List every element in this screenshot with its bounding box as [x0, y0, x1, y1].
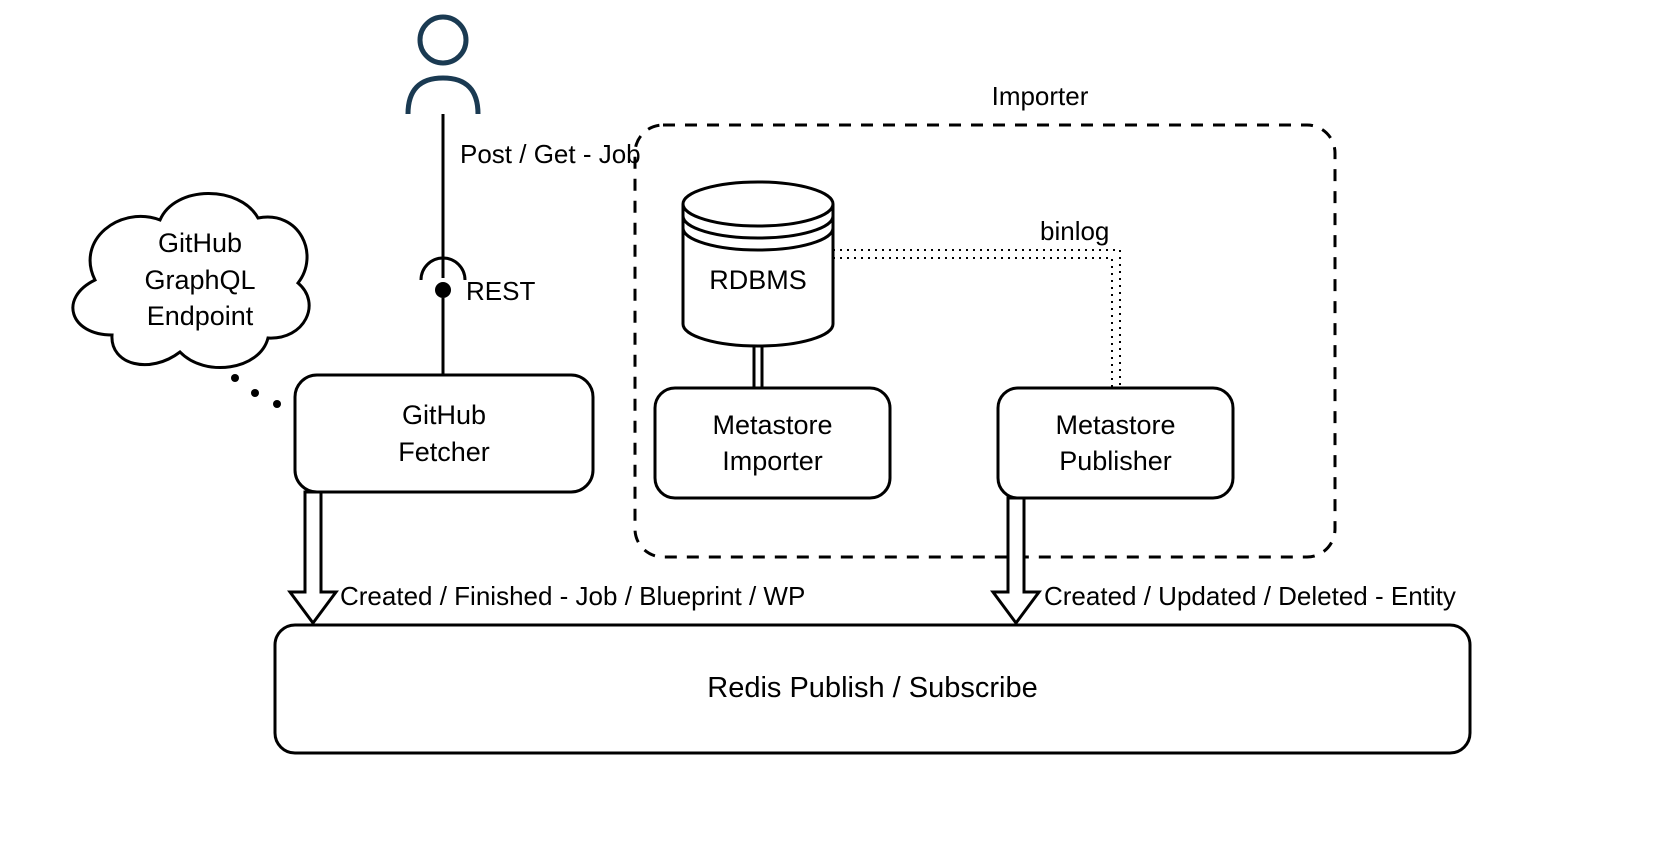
rdbms-label: RDBMS	[683, 250, 833, 310]
edge-label-publisher-redis: Created / Updated / Deleted - Entity	[1044, 580, 1456, 614]
connector-binlog	[833, 250, 1120, 388]
edge-label-post-get-job: Post / Get - Job	[460, 138, 641, 172]
importer-group-label: Importer	[960, 80, 1120, 114]
rest-label: REST	[466, 275, 535, 309]
connector-cloud-to-fetcher	[231, 374, 281, 408]
edge-label-fetcher-redis: Created / Finished - Job / Blueprint / W…	[340, 580, 805, 614]
cloud-line-3: Endpoint	[147, 298, 254, 334]
user-icon	[408, 17, 478, 114]
architecture-diagram: Post / Get - Job REST GitHub GraphQL End…	[0, 0, 1655, 855]
metastore-importer-label: Metastore Importer	[655, 388, 890, 498]
cloud-line-2: GraphQL	[144, 262, 255, 298]
binlog-label: binlog	[1040, 215, 1109, 249]
cloud-label: GitHub GraphQL Endpoint	[100, 220, 300, 340]
redis-label: Redis Publish / Subscribe	[275, 625, 1470, 753]
cloud-line-1: GitHub	[158, 225, 242, 261]
connector-rdbms-to-importer	[754, 346, 762, 388]
arrow-fetcher-to-redis	[290, 492, 336, 623]
github-fetcher-label: GitHub Fetcher	[295, 375, 593, 492]
connector-binlog-2	[833, 258, 1112, 388]
metastore-publisher-label: Metastore Publisher	[998, 388, 1233, 498]
arrow-publisher-to-redis	[993, 498, 1039, 623]
